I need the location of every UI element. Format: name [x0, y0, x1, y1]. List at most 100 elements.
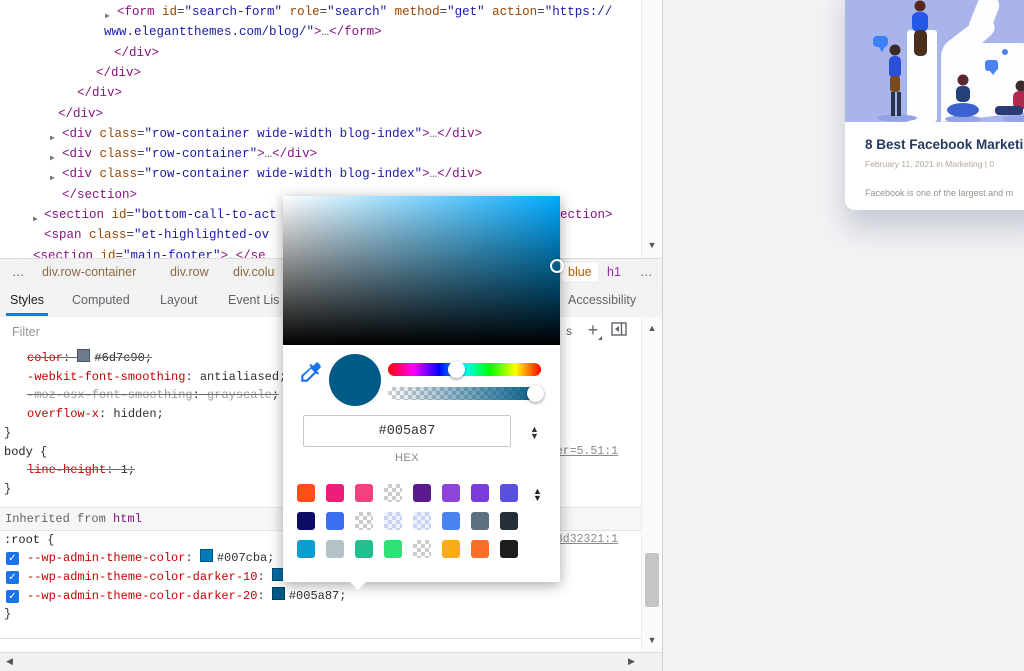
breadcrumb-item[interactable]: div.colu: [233, 265, 274, 279]
scroll-down-icon[interactable]: ▼: [642, 635, 662, 645]
palette-swatch[interactable]: [413, 540, 431, 558]
dom-tree-node[interactable]: <span class="et-highlighted-ov: [44, 225, 269, 245]
palette-swatch[interactable]: [442, 512, 460, 530]
color-swatch[interactable]: [272, 587, 285, 600]
color-swatch[interactable]: [200, 549, 213, 562]
dom-tree-node[interactable]: </div>: [58, 104, 103, 124]
cls-button-fragment[interactable]: s: [566, 324, 572, 338]
new-style-rule-button[interactable]: +: [583, 318, 603, 342]
palette-swatch[interactable]: [326, 512, 344, 530]
palette-swatch[interactable]: [384, 540, 402, 558]
expand-arrow-icon[interactable]: ▶: [50, 149, 55, 169]
scrollbar-thumb[interactable]: [645, 553, 659, 607]
filter-input[interactable]: [10, 321, 264, 343]
tab-event-lis[interactable]: Event Lis: [228, 293, 279, 307]
color-picker-popup: ▲▼ HEX ▲▼: [283, 196, 560, 582]
scroll-left-icon[interactable]: ◀: [6, 656, 13, 667]
palette-swatch[interactable]: [326, 484, 344, 502]
palette-swatch[interactable]: [413, 484, 431, 502]
palette-swatch[interactable]: [326, 540, 344, 558]
webpage-area: 8 Best Facebook Marketin February 11, 20…: [663, 0, 1024, 671]
palette-swatch[interactable]: [355, 484, 373, 502]
css-declaration[interactable]: ✓--wp-admin-theme-color-darker-20: #005a…: [0, 587, 641, 606]
dom-tree-node[interactable]: </div>: [77, 83, 122, 103]
breadcrumb-item[interactable]: …: [640, 265, 654, 279]
toggle-sidebar-icon[interactable]: [611, 322, 627, 341]
alpha-slider[interactable]: [388, 387, 541, 400]
breadcrumb-item[interactable]: blue: [562, 263, 598, 281]
color-palette: [297, 484, 529, 568]
breadcrumb-item[interactable]: div.row: [170, 265, 209, 279]
dom-node-fragment[interactable]: ection>: [560, 205, 613, 225]
declaration-checkbox[interactable]: ✓: [6, 590, 19, 603]
palette-swatch[interactable]: [500, 484, 518, 502]
hue-slider[interactable]: [388, 363, 541, 376]
styles-scrollbar[interactable]: ▲ ▼: [641, 317, 662, 652]
palette-swatch[interactable]: [442, 484, 460, 502]
hue-handle[interactable]: [448, 361, 465, 378]
palette-swatch[interactable]: [500, 512, 518, 530]
color-selection-ring[interactable]: [550, 259, 564, 273]
scroll-right-icon[interactable]: ▶: [628, 656, 635, 667]
alpha-gradient: [388, 387, 541, 400]
declaration-checkbox[interactable]: ✓: [6, 571, 19, 584]
hex-stepper[interactable]: ▲▼: [530, 426, 539, 440]
divider: [0, 638, 641, 639]
dom-tree-node[interactable]: </div>: [96, 63, 141, 83]
tab-styles[interactable]: Styles: [10, 293, 44, 307]
horizontal-scrollbar[interactable]: ◀ ▶: [0, 652, 662, 671]
eyedropper-icon[interactable]: [298, 359, 324, 385]
palette-swatch[interactable]: [355, 512, 373, 530]
palette-swatch[interactable]: [500, 540, 518, 558]
scroll-up-icon[interactable]: ▲: [642, 323, 662, 333]
breadcrumb-item[interactable]: div.row-container: [42, 265, 136, 279]
dom-tree-node[interactable]: ▶<form id="search-form" role="search" me…: [117, 2, 612, 22]
elements-scrollbar[interactable]: ▼: [641, 0, 662, 258]
alpha-handle[interactable]: [527, 385, 544, 402]
dom-tree-node[interactable]: </div>: [114, 43, 159, 63]
card-body: 8 Best Facebook Marketin February 11, 20…: [845, 122, 1024, 198]
tab-computed[interactable]: Computed: [72, 293, 130, 307]
dom-tree-node[interactable]: ▶<div class="row-container">…</div>: [62, 144, 317, 164]
palette-swatch[interactable]: [413, 512, 431, 530]
expand-arrow-icon[interactable]: ▶: [33, 210, 38, 230]
palette-swatch[interactable]: [355, 540, 373, 558]
current-color-preview: [329, 354, 381, 406]
dom-tree-node[interactable]: www.elegantthemes.com/blog/">…</form>: [104, 22, 382, 42]
expand-arrow-icon[interactable]: ▶: [50, 169, 55, 189]
palette-swatch[interactable]: [471, 512, 489, 530]
post-meta: February 11, 2021 in Marketing | 0: [865, 159, 1024, 169]
post-excerpt: Facebook is one of the largest and m: [865, 188, 1024, 198]
dom-tree-node[interactable]: ▶<div class="row-container wide-width bl…: [62, 164, 482, 184]
palette-swatch[interactable]: [297, 512, 315, 530]
facebook-illustration[interactable]: [845, 0, 1024, 122]
palette-swatch[interactable]: [471, 484, 489, 502]
palette-swatch[interactable]: [297, 484, 315, 502]
tab-accessibility[interactable]: Accessibility: [568, 293, 636, 307]
breadcrumb-item[interactable]: …: [12, 265, 26, 279]
expand-arrow-icon[interactable]: ▶: [21, 251, 26, 258]
palette-swatch[interactable]: [297, 540, 315, 558]
palette-swatch[interactable]: [471, 540, 489, 558]
dom-tree-node[interactable]: ▶<div class="row-container wide-width bl…: [62, 124, 482, 144]
dom-tree-node[interactable]: ▶<section id="bottom-call-to-act: [44, 205, 277, 225]
scroll-down-icon[interactable]: ▼: [642, 240, 662, 250]
color-swatch[interactable]: [77, 349, 90, 362]
tab-layout[interactable]: Layout: [160, 293, 198, 307]
inherited-element-link[interactable]: html: [113, 512, 142, 526]
dom-tree-node[interactable]: </section>: [62, 185, 137, 205]
breadcrumb-item[interactable]: h1: [607, 265, 621, 279]
declaration-checkbox[interactable]: ✓: [6, 552, 19, 565]
picker-notch: [349, 581, 367, 590]
palette-swatch[interactable]: [384, 512, 402, 530]
palette-stepper[interactable]: ▲▼: [533, 488, 542, 502]
saturation-value-area[interactable]: [283, 196, 560, 345]
blog-post-card[interactable]: 8 Best Facebook Marketin February 11, 20…: [845, 0, 1024, 210]
hex-input[interactable]: [303, 415, 511, 447]
dom-tree-node[interactable]: ▶<section id="main-footer">…</se: [33, 246, 266, 258]
post-title[interactable]: 8 Best Facebook Marketin: [865, 137, 1024, 152]
palette-swatch[interactable]: [384, 484, 402, 502]
color-format-label: HEX: [303, 452, 511, 464]
expand-arrow-icon[interactable]: ▶: [50, 129, 55, 149]
palette-swatch[interactable]: [442, 540, 460, 558]
